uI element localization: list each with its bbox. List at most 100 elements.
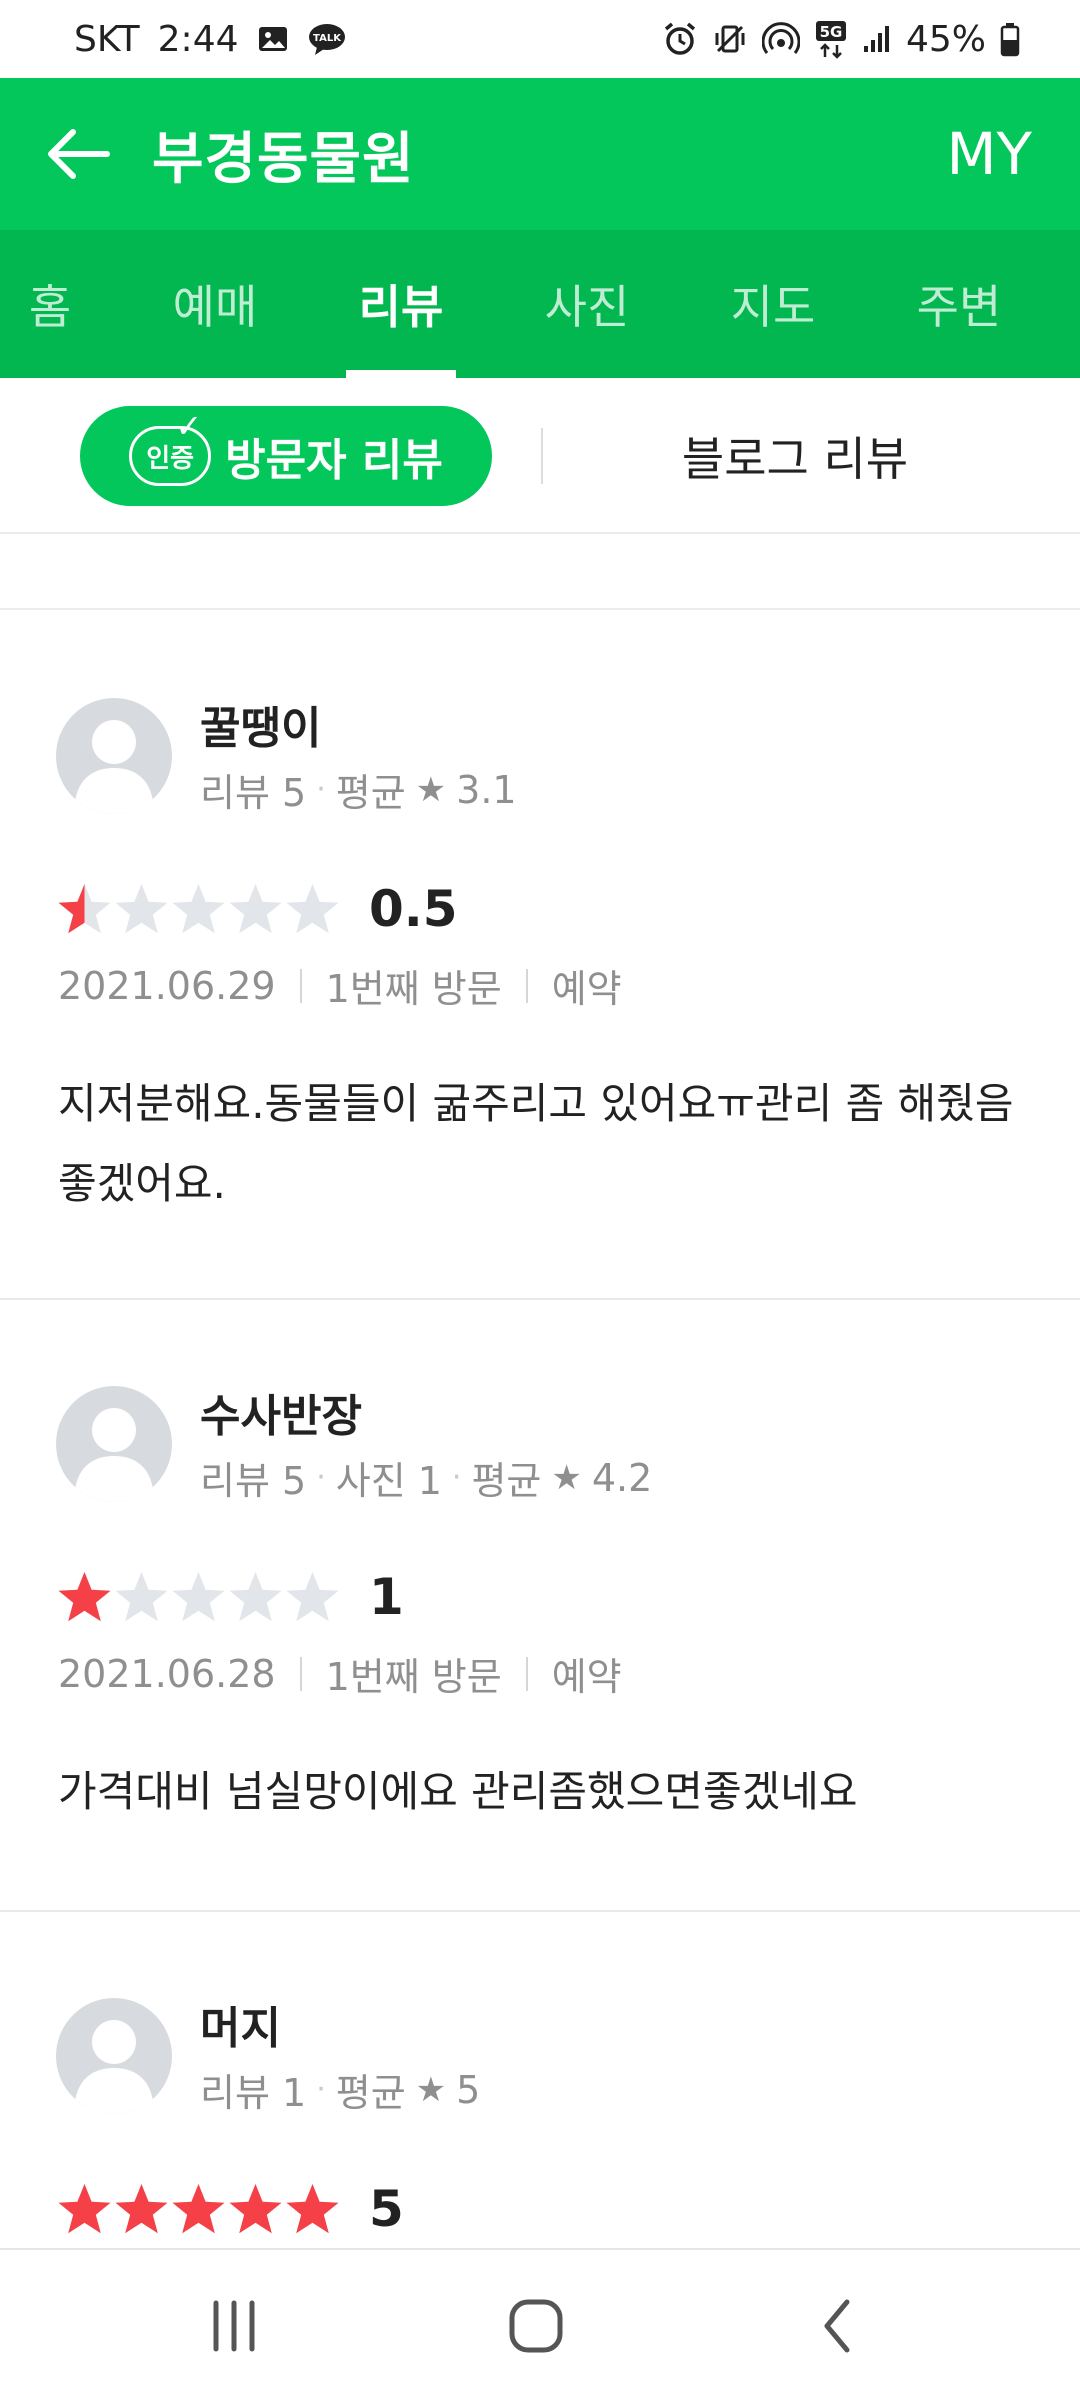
reviewer-name[interactable]: 수사반장 (200, 1380, 362, 1444)
alarm-icon (662, 21, 698, 57)
status-left: SKT 2:44 TALK (74, 19, 347, 60)
star-icon (229, 2184, 282, 2234)
star-icon: ★ (415, 2069, 447, 2110)
reviewer-meta: 리뷰 5 · 평균 ★ 3.1 (200, 762, 517, 817)
avatar[interactable] (56, 1386, 172, 1502)
back-icon[interactable] (768, 2250, 908, 2402)
signal-icon (862, 24, 892, 54)
average-value: 3.1 (456, 767, 517, 812)
home-icon[interactable] (466, 2250, 606, 2402)
star-icon (115, 2184, 168, 2234)
avatar[interactable] (56, 1998, 172, 2114)
review-text[interactable]: 가격대비 넘실망이에요 관리좀했으면좋겠네요 (58, 1752, 1018, 1832)
photo-count: 사진 1 (335, 1459, 442, 1503)
star-rating (56, 882, 341, 936)
rating-value: 5 (369, 2180, 404, 2238)
review-card: 꿀땡이 리뷰 5 · 평균 ★ 3.1 0.5 2021.06.29 1번째 방문 … (0, 612, 1080, 1300)
carrier: SKT (74, 18, 140, 60)
check-icon: ✓ (175, 407, 203, 445)
star-rating (56, 1570, 341, 1624)
tab-home[interactable]: 홈 (0, 230, 100, 378)
dot-separator: · (316, 772, 326, 807)
tab-reviews[interactable]: 리뷰 (336, 230, 466, 378)
star-rating (56, 2182, 341, 2236)
reviewer-meta: 리뷰 5 · 사진 1 · 평균 ★ 4.2 (200, 1450, 652, 1505)
app-header: 부경동물원 MY (0, 78, 1080, 230)
battery-icon (1000, 21, 1020, 57)
vibrate-icon (712, 21, 748, 57)
average-label: 평균 (335, 2071, 406, 2115)
back-arrow-icon[interactable] (38, 114, 118, 194)
star-icon (172, 884, 225, 934)
rating-row: 0.5 (56, 880, 458, 938)
rating-row: 1 (56, 1568, 404, 1626)
rating-value: 1 (369, 1568, 404, 1626)
average-label: 평균 (335, 771, 406, 815)
divider (525, 968, 528, 1003)
reviewer-meta: 리뷰 1 · 평균 ★ 5 (200, 2062, 480, 2117)
image-icon (257, 24, 289, 54)
active-tab-indicator (346, 370, 456, 378)
star-icon (58, 884, 111, 934)
tab-booking[interactable]: 예매 (150, 230, 280, 378)
hotspot-icon (761, 21, 800, 57)
star-icon (286, 884, 339, 934)
star-icon (115, 884, 168, 934)
average-label: 평균 (471, 1459, 542, 1503)
my-button[interactable]: MY (947, 120, 1032, 188)
dot-separator: · (316, 2072, 326, 2107)
visit-info: 2021.06.29 1번째 방문 예약 (58, 958, 622, 1013)
status-right: 5G 45% (662, 19, 1020, 60)
star-icon (286, 2184, 339, 2234)
dot-separator: · (451, 1460, 462, 1495)
review-date: 2021.06.28 (58, 1651, 276, 1696)
talk-icon: TALK (307, 22, 347, 56)
svg-text:TALK: TALK (313, 33, 342, 44)
star-icon (58, 1572, 111, 1622)
visit-type: 예약 (551, 967, 622, 1011)
reviewer-name[interactable]: 꿀땡이 (200, 692, 321, 756)
visit-type: 예약 (551, 1655, 622, 1699)
visit-count: 1번째 방문 (325, 967, 502, 1011)
review-text[interactable]: 지저분해요.동물들이 굶주리고 있어요ㅠ관리 좀 해줬음 좋겠어요. (58, 1064, 1018, 1224)
avatar[interactable] (56, 698, 172, 814)
rating-value: 0.5 (369, 880, 458, 938)
review-date: 2021.06.29 (58, 963, 276, 1008)
rating-row: 5 (56, 2180, 404, 2238)
star-icon (115, 1572, 168, 1622)
svg-text:5G: 5G (820, 23, 843, 41)
star-icon (229, 1572, 282, 1622)
tab-bar: 홈 예매 리뷰 사진 지도 주변 (0, 230, 1080, 378)
visit-info: 2021.06.28 1번째 방문 예약 (58, 1646, 622, 1701)
average-value: 4.2 (591, 1455, 653, 1500)
star-icon (172, 2184, 225, 2234)
star-icon (229, 884, 282, 934)
visit-count: 1번째 방문 (325, 1655, 502, 1699)
visitor-review-label: 방문자 리뷰 (225, 435, 443, 486)
5g-icon: 5G (814, 19, 848, 59)
divider (299, 968, 302, 1003)
system-nav-bar (0, 2248, 1080, 2400)
blog-review-button[interactable]: 블로그 리뷰 (620, 406, 970, 506)
star-icon (58, 2184, 111, 2234)
dot-separator: · (316, 1460, 326, 1495)
review-card: 머지 리뷰 1 · 평균 ★ 5 5 (0, 1912, 1080, 2248)
recent-apps-icon[interactable] (164, 2250, 304, 2402)
star-icon (286, 1572, 339, 1622)
certified-badge-icon: ✓ 인증 (129, 407, 212, 486)
review-count: 리뷰 5 (200, 771, 307, 815)
clock: 2:44 (157, 18, 239, 60)
section-spacer (0, 536, 1080, 610)
star-icon: ★ (415, 769, 447, 810)
tab-nearby[interactable]: 주변 (894, 230, 1024, 378)
review-count: 리뷰 5 (200, 1459, 307, 1503)
star-icon (172, 1572, 225, 1622)
tab-photos[interactable]: 사진 (522, 230, 652, 378)
visitor-review-button[interactable]: ✓ 인증 방문자 리뷰 (80, 406, 492, 506)
star-icon: ★ (551, 1457, 582, 1498)
divider (525, 1656, 528, 1691)
status-bar: SKT 2:44 TALK 5G 45% (0, 0, 1080, 78)
review-type-switch: ✓ 인증 방문자 리뷰 블로그 리뷰 (0, 378, 1080, 534)
tab-map[interactable]: 지도 (708, 230, 838, 378)
reviewer-name[interactable]: 머지 (200, 1992, 281, 2056)
